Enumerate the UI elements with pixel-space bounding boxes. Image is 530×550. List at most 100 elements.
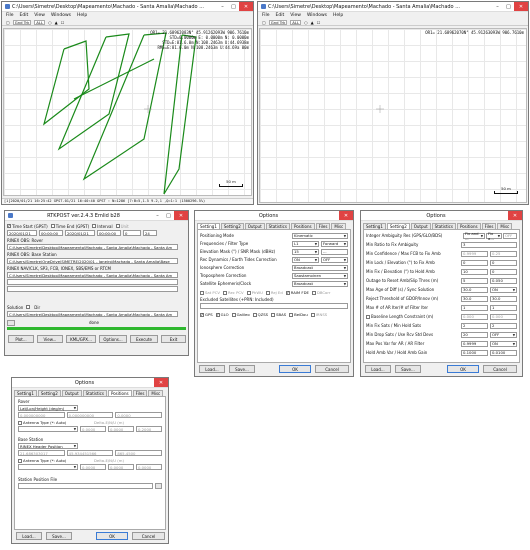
title-bar[interactable]: C:\Users\Simetre\Desktop\Mapeamento\Mach… [2,2,253,12]
filter-type-select[interactable]: Forward ▼ [321,240,348,247]
beidou-checkbox[interactable] [289,312,294,317]
title-bar[interactable]: Options ✕ [12,378,168,388]
max-age-input[interactable]: 30.0 [461,286,488,293]
elev-hold-input[interactable]: 0 [490,268,517,275]
base-file-input[interactable]: C:\Users\Simetre\OneDrive\SIMETRE\2020\0… [7,258,178,264]
save-button[interactable]: Save... [229,365,255,373]
slip-thres-input[interactable]: 0.050 [490,277,517,284]
title-bar[interactable]: Options ✕ [361,211,522,221]
ionosphere-select[interactable]: Broadcast ▼ [292,264,348,271]
close-icon[interactable]: ✕ [514,2,528,11]
rover-height-input[interactable]: 0.0000 [115,412,163,418]
save-button[interactable]: Save... [395,365,421,373]
glo-checkbox[interactable] [215,312,220,317]
minimize-icon[interactable]: – [217,2,228,11]
tool-icon[interactable]: ▲ [55,20,58,25]
rover-antenna-checkbox[interactable] [18,420,22,425]
rover-delta-n-input[interactable]: 0.0000 [108,426,134,432]
station-file-input[interactable] [18,483,153,489]
min-fix-input[interactable]: 10 [461,268,488,275]
ground-track-plot[interactable]: OR1= 21.68962083N° 45.91262093W 906.7610… [3,28,252,196]
sat-filter-select[interactable]: ALL [290,19,302,25]
menu-windows[interactable]: Windows [307,13,327,18]
ar-filter-select[interactable]: ON ▼ [490,340,517,347]
open-icon[interactable]: ▢ [6,20,10,25]
gps-checkbox[interactable] [200,312,204,317]
base-delta-u-input[interactable]: 0.0000 [136,464,162,470]
ground-track-plot[interactable]: OR1= 21.68962070N° 45.91263093W 906.7610… [259,28,527,203]
menu-file[interactable]: File [262,13,270,18]
menu-view[interactable]: View [290,13,301,18]
rej-ed-checkbox[interactable] [265,290,270,295]
phwu-checkbox[interactable] [246,290,251,295]
load-button[interactable]: Load... [16,532,42,540]
rover-lat-input[interactable]: 0.000000000 [18,412,65,418]
save-button[interactable]: Save... [46,532,72,540]
menu-help[interactable]: Help [77,13,87,18]
view-button[interactable]: View... [37,335,63,343]
ok-button[interactable]: OK [279,365,311,373]
exit-button[interactable]: Exit [161,335,186,343]
min-fix-sats-input[interactable]: 2 [461,322,488,329]
minimize-icon[interactable]: – [152,211,163,220]
rec-dynamics-select[interactable]: ON ▼ [292,256,319,263]
irnss-checkbox[interactable] [310,312,315,317]
time-start-checkbox[interactable] [7,223,11,228]
rover-delta-e-input[interactable]: 0.0000 [80,426,106,432]
min-lock-input[interactable]: 0 [461,259,488,266]
tool-icon[interactable]: ○ [304,20,308,25]
menu-file[interactable]: File [6,13,14,18]
dir-checkbox[interactable] [26,305,31,309]
menu-edit[interactable]: Edit [20,13,29,18]
earth-tides-select[interactable]: OFF ▼ [321,256,348,263]
maximize-icon[interactable]: □ [503,2,514,11]
qzss-checkbox[interactable] [252,312,257,317]
options-button[interactable]: Options... [99,335,127,343]
base-position-type-select[interactable]: RINEX Header Position ▼ [18,443,78,449]
filter-iter-input[interactable]: 1 [490,304,517,311]
tool-icon[interactable]: ○ [48,20,52,25]
load-button[interactable]: Load... [365,365,391,373]
cancel-button[interactable]: Cancel [315,365,349,373]
base-height-input[interactable]: 865.4500 [115,450,163,456]
close-icon[interactable]: ✕ [239,2,253,11]
snr-mask-button[interactable]: ... [321,248,348,255]
ambiguity-gps-select[interactable]: Fix and ... ▼ [463,231,485,241]
baseline-length-input[interactable]: 0.000 [461,313,488,320]
base-delta-n-input[interactable]: 0.0000 [108,464,134,470]
close-icon[interactable]: ✕ [508,211,522,220]
elev-fix-input[interactable]: 0 [490,259,517,266]
min-drop-sats-input[interactable]: 20 [461,331,488,338]
rec-pcv-checkbox[interactable] [222,290,227,295]
tool-icon[interactable]: ☐ [317,20,321,25]
menu-edit[interactable]: Edit [276,13,285,18]
kml-button[interactable]: KML/GPX... [66,335,96,343]
station-file-browse-button[interactable] [155,483,162,489]
base-antenna-checkbox[interactable] [18,458,22,463]
menu-windows[interactable]: Windows [51,13,71,18]
max-pos-var-input[interactable]: 0.9999 [461,340,488,347]
close-icon[interactable]: ✕ [174,211,188,220]
hold-amb-var-input[interactable]: 0.1000 [461,349,488,356]
rover-position-type-select[interactable]: Lat/Lon/Height (deg/m) ▼ [18,405,78,411]
max-fcb-input[interactable]: 0.25 [490,250,517,257]
reject-gdop-input[interactable]: 30.0 [461,295,488,302]
cancel-button[interactable]: Cancel [483,365,517,373]
log-button[interactable] [7,320,15,326]
baseline-sigma-input[interactable]: 0.000 [490,313,517,320]
time-end-checkbox[interactable] [50,224,55,228]
base-antenna-select[interactable]: ▼ [18,464,78,470]
base-lat-input[interactable]: 21.686303017 [18,450,65,456]
rcv-std-select[interactable]: OFF ▼ [490,331,517,338]
maximize-icon[interactable]: □ [228,2,239,11]
title-bar[interactable]: RTKPOST ver.2.4.3 Emlid b28 – □ ✕ [5,211,188,221]
dbcorr-checkbox[interactable] [311,290,316,295]
raim-fde-checkbox[interactable] [285,290,290,295]
close-icon[interactable]: ✕ [154,378,168,387]
load-button[interactable]: Load... [199,365,225,373]
time-start-input[interactable]: 00:00:00 [39,230,63,236]
min-ratio-input[interactable]: 3 [461,241,517,248]
frequency-select[interactable]: L1 ▼ [292,240,319,247]
cancel-button[interactable]: Cancel [132,532,165,540]
interval-checkbox[interactable] [92,224,97,228]
